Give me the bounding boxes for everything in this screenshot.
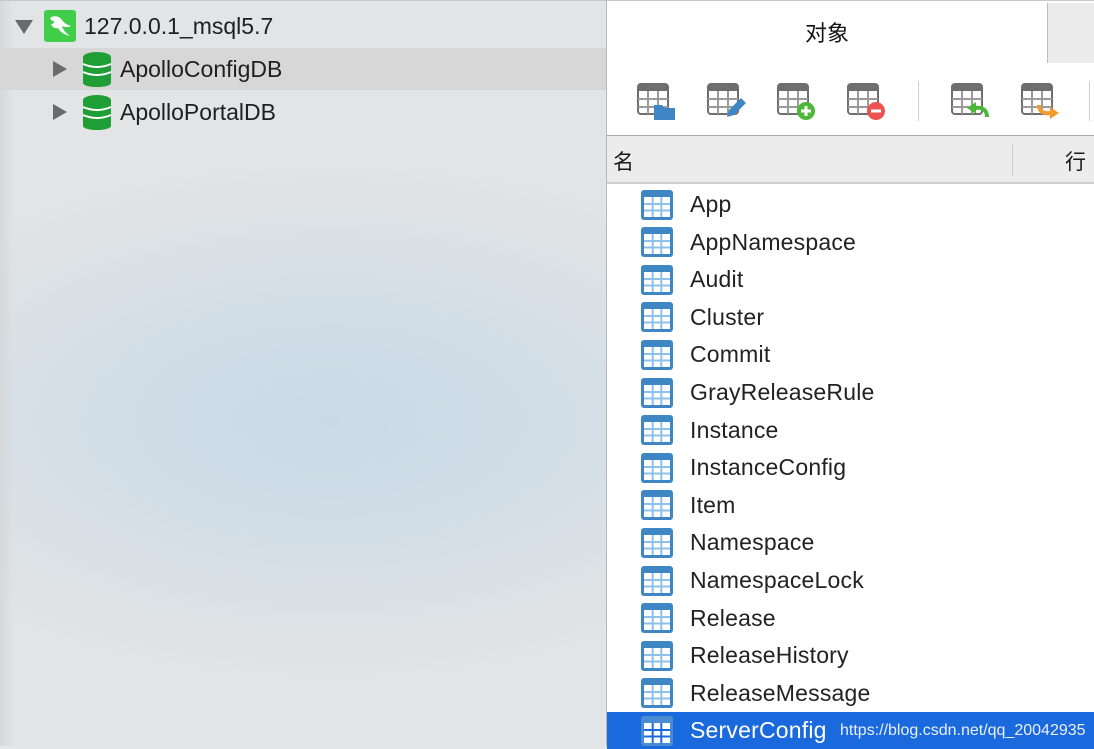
toolbar-separator bbox=[1089, 81, 1090, 121]
table-icon bbox=[641, 490, 673, 521]
objects-toolbar bbox=[607, 63, 1094, 136]
objects-panel: 对象 名 行 App AppNamespace Audit Cluster Co… bbox=[606, 0, 1094, 749]
table-edit-pencil-icon bbox=[707, 83, 746, 117]
table-name: InstanceConfig bbox=[690, 454, 847, 481]
toolbar-separator bbox=[918, 81, 919, 121]
table-name: Cluster bbox=[690, 303, 765, 330]
table-row[interactable]: InstanceConfig bbox=[607, 449, 1094, 486]
table-export-icon bbox=[1021, 83, 1059, 119]
tree-item-apolloportaldb[interactable]: ApolloPortalDB bbox=[0, 91, 606, 133]
table-name: Audit bbox=[690, 266, 744, 293]
table-row[interactable]: Namespace bbox=[607, 524, 1094, 561]
table-icon bbox=[641, 264, 673, 295]
database-label: ApolloPortalDB bbox=[120, 99, 276, 125]
table-row[interactable]: Release bbox=[607, 600, 1094, 637]
table-name: Instance bbox=[690, 416, 779, 443]
connection-label: 127.0.0.1_msql5.7 bbox=[84, 13, 274, 39]
table-row[interactable]: Audit bbox=[607, 261, 1094, 298]
import-wizard-button[interactable] bbox=[951, 83, 991, 121]
table-icon bbox=[641, 189, 673, 220]
table-icon bbox=[641, 302, 673, 333]
column-header: 名 行 bbox=[607, 136, 1094, 184]
table-name: Commit bbox=[690, 341, 771, 368]
table-icon bbox=[641, 452, 673, 483]
table-open-folder-icon bbox=[637, 83, 675, 120]
table-icon bbox=[641, 415, 673, 446]
table-delete-icon bbox=[847, 83, 885, 120]
column-header-name[interactable]: 名 bbox=[613, 146, 634, 176]
export-wizard-button[interactable] bbox=[1021, 83, 1061, 121]
table-name: NamespaceLock bbox=[690, 567, 864, 593]
database-label: ApolloConfigDB bbox=[120, 56, 283, 82]
table-row[interactable]: ReleaseMessage bbox=[607, 675, 1094, 712]
table-name: ReleaseMessage bbox=[690, 679, 871, 706]
table-name: Item bbox=[690, 491, 736, 518]
column-divider[interactable] bbox=[1012, 144, 1013, 176]
tree-item-apolloconfigdb[interactable]: ApolloConfigDB bbox=[0, 48, 606, 90]
table-row[interactable]: NamespaceLock bbox=[607, 562, 1094, 599]
tab-objects-label: 对象 bbox=[804, 21, 849, 46]
table-icon bbox=[641, 377, 673, 408]
tree-item-connection[interactable]: 127.0.0.1_msql5.7 bbox=[0, 5, 606, 47]
table-row[interactable]: ServerConfig https://blog.csdn.net/qq_200… bbox=[607, 712, 1094, 749]
disclosure-expanded-icon[interactable] bbox=[15, 20, 33, 34]
table-row[interactable]: Instance bbox=[607, 412, 1094, 449]
table-name: Namespace bbox=[690, 529, 815, 556]
watermark-text: https://blog.csdn.net/qq_20042935 bbox=[840, 721, 1086, 739]
tab-objects[interactable]: 对象 bbox=[607, 1, 1047, 63]
table-row[interactable]: Item bbox=[607, 487, 1094, 524]
disclosure-collapsed-icon[interactable] bbox=[53, 61, 67, 77]
table-name: ReleaseHistory bbox=[690, 642, 849, 669]
table-row[interactable]: AppNamespace bbox=[607, 224, 1094, 261]
tab-overflow[interactable] bbox=[1047, 3, 1094, 63]
table-add-icon bbox=[777, 83, 815, 120]
table-icon bbox=[641, 565, 673, 596]
mysql-dolphin-icon bbox=[44, 10, 76, 42]
table-name: Release bbox=[690, 604, 776, 631]
table-import-icon bbox=[951, 83, 989, 118]
database-icon bbox=[82, 94, 112, 130]
table-row[interactable]: Cluster bbox=[607, 299, 1094, 336]
table-row[interactable]: App bbox=[607, 186, 1094, 223]
disclosure-collapsed-icon[interactable] bbox=[53, 104, 67, 120]
table-icon bbox=[641, 227, 673, 258]
table-name: AppNamespace bbox=[690, 228, 857, 255]
table-icon bbox=[641, 640, 673, 671]
navigation-sidebar: 127.0.0.1_msql5.7 ApolloConfigDB ApolloP… bbox=[0, 0, 606, 746]
table-row[interactable]: Commit bbox=[607, 336, 1094, 373]
column-header-rows[interactable]: 行 bbox=[1065, 146, 1086, 176]
table-row[interactable]: ReleaseHistory bbox=[607, 637, 1094, 674]
open-table-button[interactable] bbox=[637, 83, 677, 121]
design-table-button[interactable] bbox=[707, 83, 747, 121]
table-name: GrayReleaseRule bbox=[690, 379, 875, 405]
table-icon bbox=[641, 339, 673, 370]
table-icon bbox=[641, 715, 673, 746]
table-icon bbox=[641, 678, 673, 709]
table-icon bbox=[641, 603, 673, 634]
new-table-button[interactable] bbox=[777, 83, 817, 121]
table-row[interactable]: GrayReleaseRule bbox=[607, 374, 1094, 411]
table-name: ServerConfig bbox=[690, 717, 827, 744]
table-icon bbox=[641, 527, 673, 558]
delete-table-button[interactable] bbox=[847, 83, 887, 121]
database-icon bbox=[82, 51, 112, 87]
table-name: App bbox=[690, 191, 732, 217]
